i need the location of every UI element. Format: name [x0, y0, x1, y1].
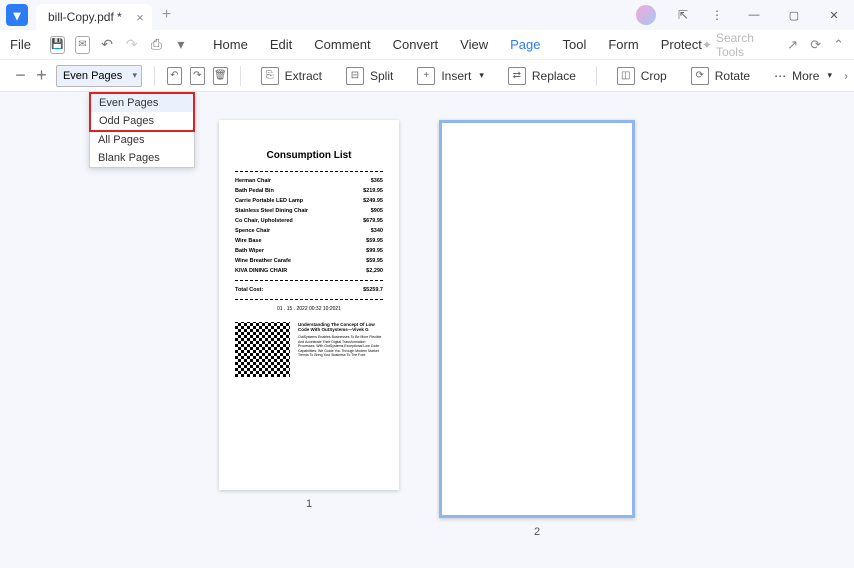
app-icon: ▾ — [6, 4, 28, 26]
crop-button[interactable]: ◫Crop — [609, 67, 675, 85]
line-item: Wine Breather Carafe$59.95 — [235, 258, 383, 264]
search-tools[interactable]: ✦ Search Tools — [702, 31, 769, 59]
title-bar: ▾ bill-Copy.pdf * × + ⇱ ⋮ — ▢ ✕ — [0, 0, 854, 30]
maximize-icon[interactable]: ▢ — [774, 0, 814, 30]
desc-title: Understanding The Concept Of Low Code Wi… — [298, 322, 383, 332]
crop-icon: ◫ — [617, 67, 635, 85]
menu-view[interactable]: View — [460, 37, 488, 52]
line-item: Bath Wiper$99.95 — [235, 248, 383, 254]
menu-page[interactable]: Page — [510, 37, 540, 52]
minimize-icon[interactable]: — — [734, 0, 774, 30]
search-icon: ✦ — [702, 38, 712, 52]
page-1-content: Consumption List Herman Chair$365 Bath Pe… — [219, 120, 399, 490]
page-number-2: 2 — [534, 526, 540, 538]
more-button[interactable]: ⋯More▾ — [766, 69, 840, 83]
chevron-down-icon: ▾ — [827, 70, 832, 81]
line-item: Bath Pedal Bin$219.95 — [235, 188, 383, 194]
dropdown-icon[interactable]: ▾ — [174, 36, 189, 54]
menu-tool[interactable]: Tool — [562, 37, 586, 52]
menu-edit[interactable]: Edit — [270, 37, 292, 52]
scroll-right-icon[interactable]: › — [844, 69, 848, 83]
page-thumbnail-1[interactable]: Consumption List Herman Chair$365 Bath Pe… — [219, 120, 399, 568]
insert-icon: + — [417, 67, 435, 85]
new-tab-button[interactable]: + — [162, 6, 171, 24]
rotate-button[interactable]: ⟳Rotate — [683, 67, 758, 85]
doc-date: 01 . 15 . 2022 00:32 10:2021 — [235, 306, 383, 312]
open-external-icon[interactable]: ↗ — [787, 37, 798, 53]
line-item: KIVA DINING CHAIR$2,290 — [235, 268, 383, 274]
mail-icon[interactable]: ✉ — [75, 36, 90, 54]
line-item: Herman Chair$365 — [235, 178, 383, 184]
share-icon[interactable]: ⇱ — [668, 8, 698, 22]
more-icon: ⋯ — [774, 69, 786, 83]
dd-odd-pages[interactable]: Odd Pages — [91, 112, 193, 130]
insert-button[interactable]: +Insert▾ — [409, 67, 492, 85]
chevron-down-icon: ▾ — [479, 70, 484, 81]
doc-title: Consumption List — [235, 150, 383, 161]
divider — [235, 280, 383, 281]
menu-form[interactable]: Form — [608, 37, 638, 52]
user-avatar[interactable] — [636, 5, 656, 25]
extract-icon: ⎘ — [261, 67, 279, 85]
menu-home[interactable]: Home — [213, 37, 248, 52]
divider — [235, 171, 383, 172]
line-item: Stainless Steel Dining Chair$905 — [235, 208, 383, 214]
extract-button[interactable]: ⎘Extract — [253, 67, 330, 85]
page-thumbnail-2[interactable]: 2 — [439, 120, 635, 568]
search-placeholder: Search Tools — [716, 31, 769, 59]
separator — [154, 66, 155, 86]
zoom-out-icon[interactable]: − — [14, 65, 27, 86]
menu-convert[interactable]: Convert — [393, 37, 439, 52]
line-item: Carrie Portable LED Lamp$249.95 — [235, 198, 383, 204]
menu-comment[interactable]: Comment — [314, 37, 370, 52]
page-2-content — [439, 120, 635, 518]
zoom-in-icon[interactable]: + — [35, 65, 48, 86]
document-tab[interactable]: bill-Copy.pdf * × — [36, 4, 152, 30]
divider — [235, 299, 383, 300]
page-ribbon: − + Even Pages ↶ ↷ 🗑 ⎘Extract ⊟Split +In… — [0, 60, 854, 92]
line-item: Spence Chair$340 — [235, 228, 383, 234]
print-icon[interactable]: ⎙ — [149, 36, 164, 54]
highlighted-options: Even Pages Odd Pages — [89, 92, 195, 132]
kebab-menu-icon[interactable]: ⋮ — [702, 8, 732, 22]
main-menu: Home Edit Comment Convert View Page Tool… — [213, 37, 702, 52]
desc-body: OutSystems Enables Businesses To Be More… — [298, 335, 383, 358]
page-filter-value: Even Pages — [63, 70, 122, 82]
page-filter-dropdown: Even Pages Odd Pages All Pages Blank Pag… — [89, 92, 195, 168]
expand-icon[interactable]: ⌃ — [833, 37, 844, 53]
menu-protect[interactable]: Protect — [661, 37, 702, 52]
replace-icon: ⇄ — [508, 67, 526, 85]
total-value: $5259.7 — [363, 287, 383, 293]
file-menu[interactable]: File — [10, 37, 31, 52]
undo-icon[interactable]: ↶ — [100, 36, 115, 54]
page-number-1: 1 — [306, 498, 312, 510]
line-item: Wire Base$59.95 — [235, 238, 383, 244]
separator — [240, 66, 241, 86]
total-label: Total Cost: — [235, 287, 263, 293]
line-item: Co Chair, Upholstered$679.95 — [235, 218, 383, 224]
separator — [596, 66, 597, 86]
close-window-icon[interactable]: ✕ — [814, 0, 854, 30]
save-icon[interactable]: 💾 — [50, 36, 65, 54]
replace-button[interactable]: ⇄Replace — [500, 67, 584, 85]
split-button[interactable]: ⊟Split — [338, 67, 401, 85]
right-actions: ↗ ⟳ ⌃ — [787, 37, 844, 53]
window-controls: ⇱ ⋮ — ▢ ✕ — [636, 0, 854, 30]
split-icon: ⊟ — [346, 67, 364, 85]
dd-even-pages[interactable]: Even Pages — [91, 94, 193, 112]
close-tab-icon[interactable]: × — [136, 10, 144, 25]
delete-page-icon[interactable]: 🗑 — [213, 67, 228, 85]
dd-blank-pages[interactable]: Blank Pages — [90, 149, 194, 167]
cloud-icon[interactable]: ⟳ — [810, 37, 821, 53]
rotate-right-icon[interactable]: ↷ — [190, 67, 205, 85]
tab-title: bill-Copy.pdf * — [48, 10, 122, 24]
page-filter-select[interactable]: Even Pages — [56, 65, 142, 87]
dd-all-pages[interactable]: All Pages — [90, 131, 194, 149]
rotate-left-icon[interactable]: ↶ — [167, 67, 182, 85]
menu-bar: File 💾 ✉ ↶ ↷ ⎙ ▾ Home Edit Comment Conve… — [0, 30, 854, 60]
qr-code — [235, 322, 290, 377]
rotate-icon: ⟳ — [691, 67, 709, 85]
redo-icon[interactable]: ↷ — [124, 36, 139, 54]
